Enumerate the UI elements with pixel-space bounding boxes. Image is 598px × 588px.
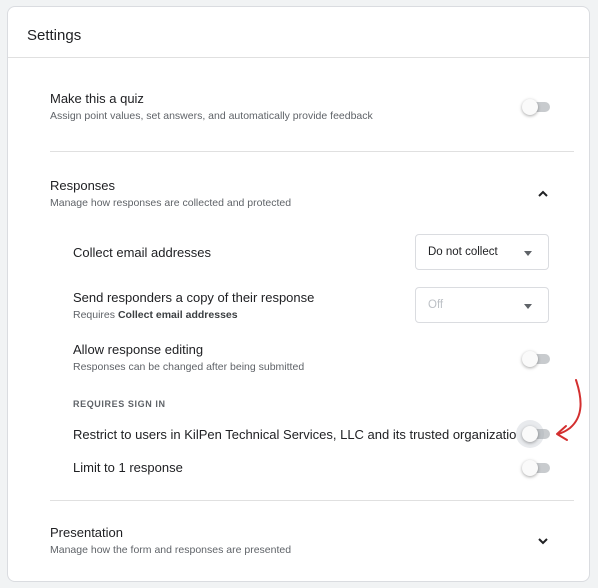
restrict-users-label: Restrict to users in KilPen Technical Se… (73, 427, 531, 442)
chevron-up-icon[interactable] (536, 187, 550, 201)
send-copy-label: Send responders a copy of their response (73, 290, 315, 305)
limit-one-toggle[interactable] (522, 460, 550, 476)
collect-email-value: Do not collect (428, 246, 498, 258)
limit-one-label: Limit to 1 response (73, 460, 183, 475)
quiz-description: Assign point values, set answers, and au… (50, 110, 373, 122)
restrict-users-toggle[interactable] (516, 420, 550, 448)
collect-email-select[interactable]: Do not collect (415, 234, 549, 270)
settings-card: Settings Make this a quiz Assign point v… (7, 6, 590, 582)
quiz-toggle[interactable] (522, 99, 550, 115)
allow-editing-toggle[interactable] (522, 351, 550, 367)
responses-divider (50, 500, 574, 501)
chevron-down-icon[interactable] (536, 534, 550, 548)
collect-email-label: Collect email addresses (73, 245, 212, 260)
send-copy-requirement: Requires Collect email addresses (73, 309, 238, 321)
send-copy-value: Off (428, 299, 444, 311)
annotation-arrow-icon (556, 379, 582, 441)
allow-editing-label: Allow response editing (73, 342, 204, 357)
requires-sign-in-heading: REQUIRES SIGN IN (73, 399, 166, 409)
responses-description: Manage how responses are collected and p… (50, 197, 292, 209)
settings-title: Settings (27, 27, 82, 44)
quiz-label: Make this a quiz (50, 91, 144, 106)
arrow-drop-down-icon (524, 251, 532, 256)
title-divider (8, 57, 589, 58)
presentation-title: Presentation (50, 525, 123, 540)
presentation-description: Manage how the form and responses are pr… (50, 544, 292, 556)
allow-editing-description: Responses can be changed after being sub… (73, 361, 305, 373)
responses-title: Responses (50, 178, 116, 193)
quiz-divider (50, 151, 574, 152)
send-copy-select[interactable]: Off (415, 287, 549, 323)
arrow-drop-down-icon (524, 304, 532, 309)
